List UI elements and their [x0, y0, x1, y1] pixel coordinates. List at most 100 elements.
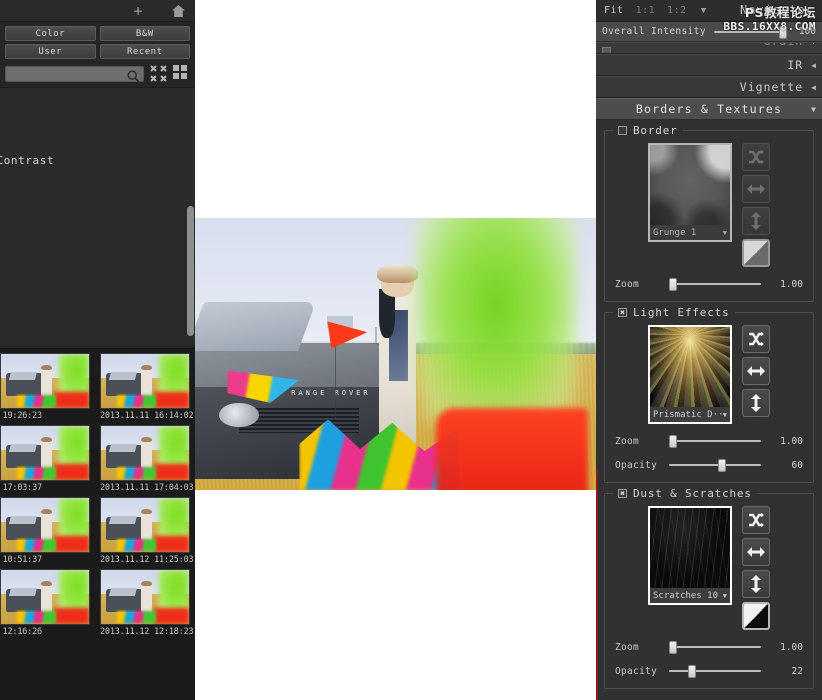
border-preset-name-row[interactable]: Grunge 1 ▼ — [650, 225, 730, 240]
search-icon — [127, 68, 140, 87]
thumbnail-caption: 1.12 10:51:37 — [0, 555, 90, 565]
flip-vertical-icon[interactable] — [742, 207, 770, 235]
thumbnail-filmstrip: 1.05 19:26:23 2013.11.11 16:14:02 1.11 1… — [0, 348, 195, 700]
section-borders-textures[interactable]: Borders & Textures ▼ — [596, 98, 822, 120]
section-ir[interactable]: IR ◀ — [596, 54, 822, 76]
list-item[interactable]: 1.11 17:03:37 — [0, 425, 90, 493]
border-preset-row: Grunge 1 ▼ — [613, 143, 805, 267]
main-photo[interactable]: RANGE ROVER — [195, 218, 596, 490]
recipe-item-label[interactable]: y Contrast — [0, 154, 54, 167]
light-effects-buttons — [742, 325, 770, 417]
chevron-left-icon[interactable]: ◀ — [811, 83, 816, 92]
filter-bw-button[interactable]: B&W — [100, 26, 191, 41]
chevron-down-icon[interactable]: ▼ — [723, 411, 727, 419]
grain-checkbox[interactable] — [602, 47, 611, 54]
thumbnail-caption: 1.05 19:26:23 — [0, 411, 90, 421]
thumbnail-image[interactable] — [100, 353, 190, 409]
filter-buttons-row-2: User Recent — [0, 41, 195, 59]
list-item[interactable]: 2013.11.11 17:04:03 — [100, 425, 190, 493]
watermark-line-1: PS教程论坛 — [745, 2, 816, 21]
border-zoom-slider[interactable] — [669, 277, 761, 291]
chevron-down-icon[interactable]: ▼ — [811, 42, 816, 46]
thumbnail-row: 1.05 19:26:23 2013.11.11 16:14:02 — [0, 353, 195, 421]
flip-vertical-icon[interactable] — [742, 389, 770, 417]
light-effects-opacity-label: Opacity — [615, 460, 661, 471]
invert-icon[interactable] — [742, 602, 770, 630]
plus-icon[interactable]: + — [130, 3, 146, 19]
light-effects-preset-row: Prismatic D··· ▼ — [613, 325, 805, 424]
collapse-all-icon[interactable] — [150, 65, 167, 82]
chevron-down-icon[interactable]: ▼ — [811, 105, 816, 114]
thumbnail-image[interactable] — [0, 353, 90, 409]
zoom-1-2-button[interactable]: 1:2 — [667, 5, 687, 16]
filter-recent-button[interactable]: Recent — [100, 44, 191, 59]
grid-view-icon[interactable] — [173, 65, 190, 82]
search-input[interactable] — [6, 73, 143, 87]
filter-user-button[interactable]: User — [5, 44, 96, 59]
slider-knob[interactable] — [688, 665, 696, 678]
thumbnail-image[interactable] — [100, 569, 190, 625]
dust-scratches-preset-thumbnail[interactable] — [650, 508, 730, 588]
light-effects-checkbox[interactable]: ✖ — [618, 308, 627, 317]
zoom-1-1-button[interactable]: 1:1 — [636, 5, 656, 16]
slider-knob[interactable] — [718, 459, 726, 472]
light-effects-preset-name-row[interactable]: Prismatic D··· ▼ — [650, 407, 730, 422]
chevron-left-icon[interactable]: ◀ — [811, 61, 816, 70]
filter-color-button[interactable]: Color — [5, 26, 96, 41]
invert-icon[interactable] — [742, 239, 770, 267]
list-item[interactable]: 2013.11.12 11:25:03 — [100, 497, 190, 565]
dust-scratches-preset-selector[interactable]: Scratches 10 ▼ — [648, 506, 732, 605]
list-item[interactable]: 1.05 19:26:23 — [0, 353, 90, 421]
chevron-down-icon[interactable]: ▼ — [723, 229, 727, 237]
flip-horizontal-icon[interactable] — [742, 175, 770, 203]
slider-knob[interactable] — [669, 641, 677, 654]
flip-horizontal-icon[interactable] — [742, 357, 770, 385]
light-effects-group-header: ✖ Light Effects — [613, 306, 735, 319]
dust-scratches-opacity-slider[interactable] — [669, 664, 761, 678]
light-effects-zoom-slider[interactable] — [669, 434, 761, 448]
border-preset-selector[interactable]: Grunge 1 ▼ — [648, 143, 732, 242]
dust-scratches-preset-name-row[interactable]: Scratches 10 ▼ — [650, 588, 730, 603]
flip-vertical-icon[interactable] — [742, 570, 770, 598]
thumbnail-image[interactable] — [0, 497, 90, 553]
photo-person-hat — [377, 264, 417, 283]
list-item[interactable]: 2013.11.11 16:14:02 — [100, 353, 190, 421]
list-item[interactable]: 2013.11.12 12:18:23 — [100, 569, 190, 637]
image-canvas[interactable]: RANGE ROVER — [195, 0, 596, 700]
adjustments-panel: Fit 1:1 1:2 ▼ Navigator PS教程论坛 BBS.16XX8… — [596, 0, 822, 700]
zoom-fit-button[interactable]: Fit — [604, 5, 624, 16]
recipe-list-scrollbar[interactable] — [187, 206, 194, 336]
search-field-wrapper[interactable] — [5, 66, 144, 82]
light-effects-preset-name: Prismatic D··· — [653, 410, 723, 420]
dust-scratches-zoom-slider[interactable] — [669, 640, 761, 654]
border-checkbox[interactable] — [618, 126, 627, 135]
slider-knob[interactable] — [669, 435, 677, 448]
border-preset-thumbnail[interactable] — [650, 145, 730, 225]
chevron-down-icon[interactable]: ▼ — [701, 6, 706, 16]
randomize-icon[interactable] — [742, 325, 770, 353]
thumbnail-row: 1.12 10:51:37 2013.11.12 11:25:03 — [0, 497, 195, 565]
thumbnail-caption: 2013.11.11 16:14:02 — [100, 411, 190, 421]
randomize-icon[interactable] — [742, 506, 770, 534]
slider-track — [669, 646, 761, 648]
watermark-line-2: BBS.16XX8.COM — [723, 20, 816, 33]
list-item[interactable]: 1.12 10:51:37 — [0, 497, 90, 565]
thumbnail-image[interactable] — [100, 425, 190, 481]
section-vignette[interactable]: Vignette ◀ — [596, 76, 822, 98]
section-grain[interactable]: Grain ▼ — [596, 42, 822, 54]
list-item[interactable]: 1.12 12:16:26 — [0, 569, 90, 637]
dust-scratches-preset-row: Scratches 10 ▼ — [613, 506, 805, 630]
randomize-icon[interactable] — [742, 143, 770, 171]
dust-scratches-checkbox[interactable]: ✖ — [618, 489, 627, 498]
slider-knob[interactable] — [669, 278, 677, 291]
thumbnail-image[interactable] — [0, 569, 90, 625]
flip-horizontal-icon[interactable] — [742, 538, 770, 566]
light-effects-preset-thumbnail[interactable] — [650, 327, 730, 407]
chevron-down-icon[interactable]: ▼ — [723, 592, 727, 600]
home-icon[interactable] — [170, 3, 186, 19]
light-effects-opacity-slider[interactable] — [669, 458, 761, 472]
light-effects-preset-selector[interactable]: Prismatic D··· ▼ — [648, 325, 732, 424]
thumbnail-row: 1.11 17:03:37 2013.11.11 17:04:03 — [0, 425, 195, 493]
thumbnail-image[interactable] — [0, 425, 90, 481]
thumbnail-image[interactable] — [100, 497, 190, 553]
